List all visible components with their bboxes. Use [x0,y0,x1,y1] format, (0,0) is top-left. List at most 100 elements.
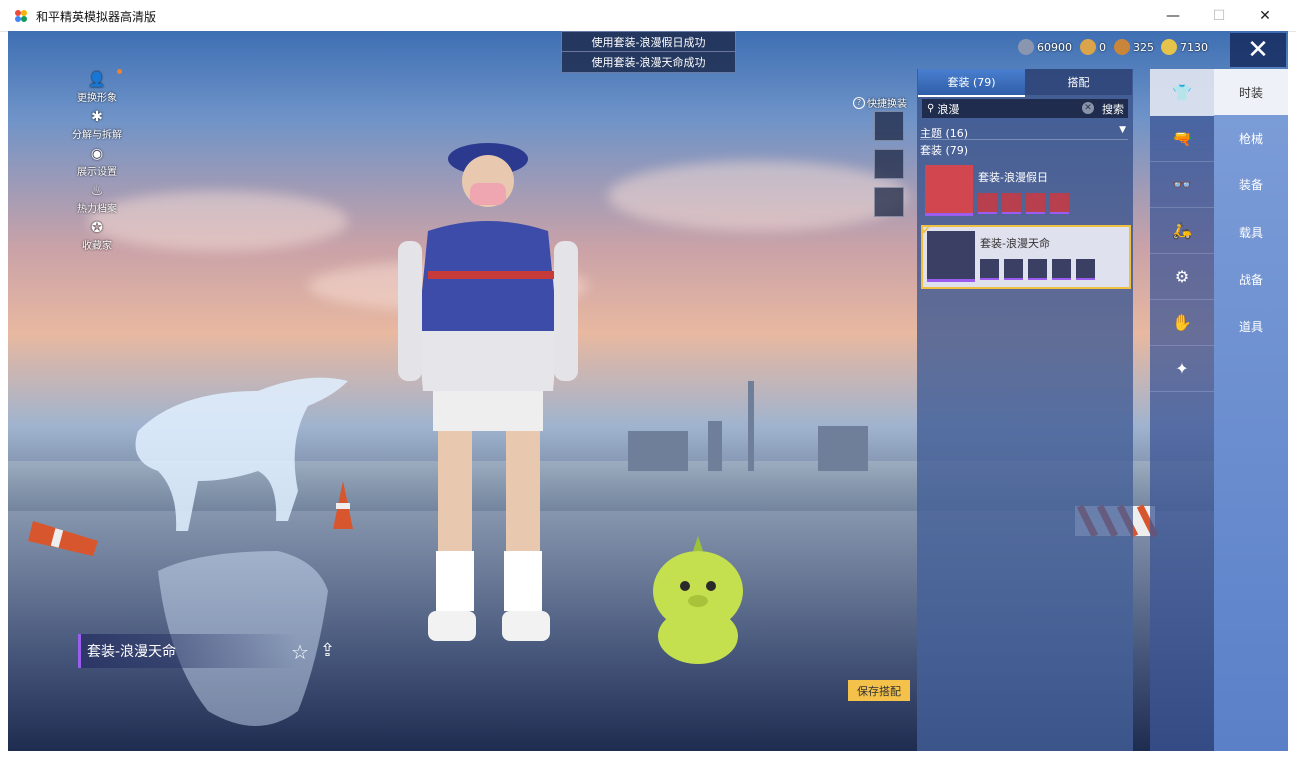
skyscraper [628,431,688,471]
gun-icon: 🔫 [1172,128,1192,148]
app-logo-icon [15,10,27,22]
quick-change-header[interactable]: ? 快捷换装 [853,95,907,110]
outfit-name: 套装-浪漫天命 [980,237,1050,250]
quick-change-label: 快捷换装 [867,99,907,110]
silver-coin-icon [1018,39,1034,55]
clear-icon[interactable]: ✕ [1082,102,1094,114]
eye-icon: ◉ [90,146,104,162]
outfit-thumbnail [927,231,975,282]
menu-heat-archive[interactable]: ♨ 热力档案 [66,178,128,215]
left-menu: 👤 更换形象 ✱ 分解与拆解 ◉ 展示设置 ♨ 热力档案 ✪ 收藏家 [66,67,128,252]
currency-silver[interactable]: 60900 [1018,39,1072,55]
currency-value: 7130 [1180,40,1208,54]
outfit-item[interactable]: 套装-浪漫假日 [921,161,1129,223]
outfit-part-icon [1028,259,1047,280]
close-window-button[interactable]: ✕ [1242,0,1288,31]
medal-icon: ✪ [91,220,103,236]
notification-dot [117,69,122,74]
close-wardrobe-button[interactable]: ✕ [1230,33,1286,67]
quick-slot[interactable] [874,187,904,217]
flame-icon: ♨ [90,183,104,199]
item-icon: ✋ [1172,312,1192,332]
glasses-icon: 👓 [1172,174,1192,194]
theme-label: 主题 (16) [920,127,969,140]
currency-gold[interactable]: 7130 [1161,39,1208,55]
search-button[interactable]: 搜索 [1098,99,1128,118]
puzzle-icon: ✱ [91,109,103,125]
cloud [608,161,908,231]
outfit-item-selected[interactable]: ✔ 套装-浪漫天命 [921,223,1131,289]
category-outfit[interactable]: 👕 [1150,69,1214,116]
category-gun[interactable]: 🔫 [1150,115,1214,162]
tab-match[interactable]: 搭配 [1025,69,1132,95]
category-equipment[interactable]: 👓 [1150,161,1214,208]
current-outfit-name: 套装-浪漫天命 [78,634,297,668]
share-icon[interactable]: ⇪ [320,640,335,661]
avatar-icon: 👤 [88,72,106,88]
tab-battle-prep[interactable]: 战备 [1214,256,1288,302]
menu-label: 更换形象 [77,93,117,104]
outfit-part-icon [980,259,999,280]
toast-message: 使用套装-浪漫天命成功 [561,51,736,73]
theme-filter-dropdown[interactable]: 主题 (16) ▼ [920,125,1128,140]
traffic-cone [333,481,353,529]
maximize-button[interactable]: ☐ [1196,0,1242,31]
tab-items[interactable]: 道具 [1214,303,1288,349]
gear-icon: ⚙ [1174,266,1190,286]
search-icon: ⚲ [927,103,935,114]
favorite-star-icon[interactable]: ☆ [291,640,309,664]
outfit-part-icon [1052,259,1071,280]
skyscraper [818,426,868,471]
player-character [398,143,578,641]
menu-label: 收藏家 [82,241,112,252]
window-title: 和平精英模拟器高清版 [36,10,157,24]
tab-fashion[interactable]: 时装 [1214,69,1288,115]
traffic-cone-fallen [28,521,98,556]
game-viewport[interactable]: 👤 更换形象 ✱ 分解与拆解 ◉ 展示设置 ♨ 热力档案 ✪ 收藏家 使用套装-… [8,31,1288,751]
outfit-count: 套装 (79) [920,144,969,157]
search-input[interactable]: ⚲ 浪漫 ✕ 搜索 [922,99,1128,118]
medal-coin-icon [1114,39,1130,55]
quick-slot[interactable] [874,149,904,179]
category-extra[interactable]: ✦ [1150,345,1214,392]
category-items[interactable]: ✋ [1150,299,1214,346]
menu-decompose[interactable]: ✱ 分解与拆解 [66,104,128,141]
menu-collector[interactable]: ✪ 收藏家 [66,215,128,252]
currency-value: 325 [1133,40,1154,54]
tab-guns[interactable]: 枪械 [1214,115,1288,161]
green-bear-pet [653,536,743,664]
coupon-icon [1080,39,1096,55]
menu-change-avatar[interactable]: 👤 更换形象 [66,67,128,104]
skyscraper [748,381,754,471]
save-outfit-button[interactable]: 保存搭配 [848,680,910,701]
currency-coupon[interactable]: 0 [1080,39,1106,55]
currency-medal[interactable]: 325 [1114,39,1154,55]
skyscraper [708,421,722,471]
outfit-name: 套装-浪漫假日 [978,171,1048,184]
category-vehicle[interactable]: 🛵 [1150,207,1214,254]
outfit-part-icon [978,193,997,214]
chevron-down-icon: ▼ [1119,125,1126,135]
weapon-icon: ✦ [1175,358,1189,378]
outfit-part-icon [1050,193,1069,214]
tab-vehicles[interactable]: 载具 [1214,209,1288,255]
app-window: 和平精英模拟器高清版 — ☐ ✕ 👤 更换形象 ✱ 分解与拆解 ◉ 展示设置 ♨… [0,0,1296,759]
outfit-part-icon [1076,259,1095,280]
category-icon-column: 👕 🔫 👓 🛵 ⚙ ✋ ✦ [1150,69,1214,751]
tab-equipment[interactable]: 装备 [1214,161,1288,207]
search-value: 浪漫 [937,102,960,116]
vehicle-icon: 🛵 [1172,220,1192,240]
outfit-icon: 👕 [1172,82,1192,102]
menu-label: 分解与拆解 [72,130,122,141]
category-battle-prep[interactable]: ⚙ [1150,253,1214,300]
gold-coin-icon [1161,39,1177,55]
toast-message: 使用套装-浪漫假日成功 [561,31,736,53]
currency-value: 60900 [1037,40,1072,54]
outfit-part-icon [1026,193,1045,214]
tab-outfits[interactable]: 套装 (79) [918,69,1025,97]
menu-display-settings[interactable]: ◉ 展示设置 [66,141,128,178]
minimize-button[interactable]: — [1150,0,1196,31]
outfit-thumbnail [925,165,973,216]
quick-slot[interactable] [874,111,904,141]
category-name-column: 时装 枪械 装备 载具 战备 道具 [1214,69,1288,751]
